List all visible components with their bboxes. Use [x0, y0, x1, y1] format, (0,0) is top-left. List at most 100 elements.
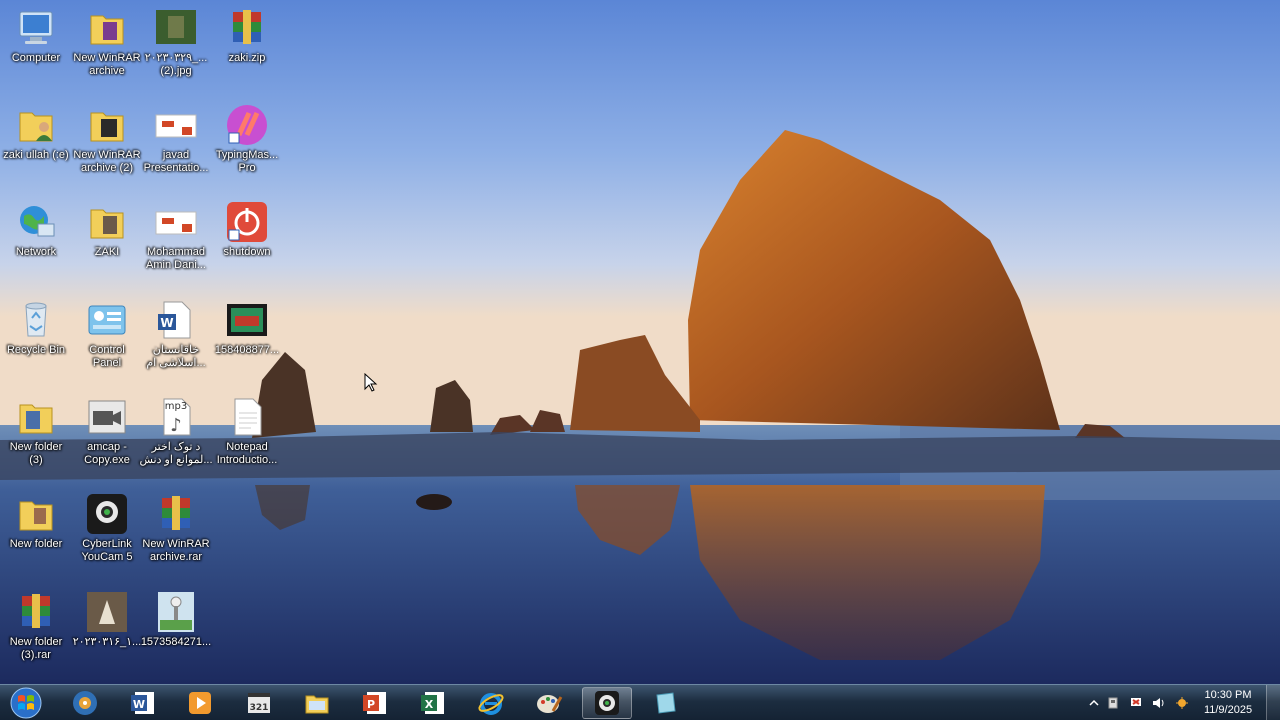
desktop-icon-label: ZAKI — [94, 246, 120, 258]
desktop-icon-label: New folder — [9, 538, 63, 550]
desktop-icon-label: Notepad Introductio... — [216, 441, 278, 466]
taskbar-powerpoint[interactable]: P — [350, 687, 400, 719]
network-icon — [12, 200, 60, 244]
system-clock[interactable]: 10:30 PM 11/9/2025 — [1198, 688, 1258, 718]
start-button[interactable] — [6, 686, 46, 720]
desktop-icon-label: CyberLink YouCam 5 — [81, 538, 133, 563]
desktop-icon-label: zaki ullah (:e) — [3, 149, 69, 161]
shutdown-icon — [223, 200, 271, 244]
taskbar-file-explorer[interactable] — [292, 687, 342, 719]
taskbar-word[interactable]: W — [118, 687, 168, 719]
show-desktop-button[interactable] — [1266, 685, 1280, 720]
desktop-icon-new-winrar-archive-2[interactable]: New WinRAR archive (2) — [72, 103, 142, 175]
desktop-icon-typingmaster-pro[interactable]: TypingMas... Pro — [212, 103, 282, 175]
volume-icon[interactable] — [1151, 695, 1167, 711]
folder-icon — [12, 492, 60, 536]
desktop-icon-new-folder-3[interactable]: New folder (3) — [1, 395, 71, 467]
desktop-icon-amcap-copy[interactable]: amcap - Copy.exe — [72, 395, 142, 467]
typingmaster-icon — [223, 103, 271, 147]
show-hidden-icons-button[interactable] — [1086, 695, 1102, 711]
desktop-icon-image-20230329[interactable]: ۲۰۲۳۰۳۲۹_... (2).jpg — [141, 6, 211, 78]
winrar-folder-icon — [83, 103, 131, 147]
taskbar-excel[interactable]: X — [408, 687, 458, 719]
desktop-icon-label: New WinRAR archive — [73, 52, 141, 77]
desktop-icon-mp3-file[interactable]: mp3 ♪ د توک اختر لموانع او دنش... — [139, 395, 213, 467]
webcam-icon — [595, 691, 619, 715]
desktop-icon-label: New folder (3) — [9, 441, 63, 466]
winrar-folder-icon — [83, 6, 131, 50]
svg-text:♪: ♪ — [170, 415, 182, 436]
desktop-icon-label: خاقانستان اسلاشی ام... — [146, 344, 206, 369]
svg-text:321: 321 — [250, 703, 269, 713]
desktop-icon-new-folder[interactable]: New folder — [1, 492, 71, 551]
taskbar-notes[interactable] — [640, 687, 690, 719]
desktop-icon-label: New folder (3).rar — [9, 636, 63, 661]
svg-text:W: W — [160, 316, 173, 330]
media-center-icon — [73, 691, 97, 715]
video-editor-icon: 321 — [248, 693, 270, 713]
desktop-icon-new-winrar-archive-rar[interactable]: New WinRAR archive.rar — [141, 492, 211, 564]
taskbar: W 321 P X 10:30 PM 11/9/2025 — [0, 684, 1280, 720]
windows-logo-icon — [10, 687, 42, 719]
media-player-icon — [189, 692, 211, 714]
folder-icon — [83, 200, 131, 244]
taskbar-internet-explorer[interactable] — [466, 687, 516, 719]
desktop-icon-recycle-bin[interactable]: Recycle Bin — [1, 298, 71, 357]
desktop-icon-zaki-ullah[interactable]: zaki ullah (:e) — [1, 103, 71, 162]
winrar-icon — [223, 6, 271, 50]
action-center-flag-icon[interactable] — [1128, 695, 1144, 711]
desktop-icon-label: TypingMas... Pro — [215, 149, 279, 174]
tray-device-icon[interactable] — [1105, 695, 1121, 711]
mouse-cursor-icon — [364, 373, 378, 392]
desktop-icon-label: javad Presentatio... — [143, 149, 209, 174]
desktop-icon-computer[interactable]: Computer — [1, 6, 71, 65]
excel-icon: X — [421, 692, 444, 714]
desktop-icon-label: ۲۰۲۳۰۳۱۶_۱... — [72, 636, 142, 648]
desktop-icon-control-panel[interactable]: Control Panel — [72, 298, 142, 370]
svg-text:W: W — [133, 698, 145, 711]
desktop-icon-shutdown[interactable]: shutdown — [212, 200, 282, 259]
desktop-icon-label: zaki.zip — [228, 52, 266, 64]
desktop-icon-cyberlink-youcam[interactable]: CyberLink YouCam 5 — [72, 492, 142, 564]
taskbar-video-editor[interactable]: 321 — [234, 687, 284, 719]
word-file-icon: W — [152, 298, 200, 342]
desktop-icon-mohammad-amin[interactable]: Mohammad Amin Dani... — [141, 200, 211, 272]
svg-text:X: X — [425, 698, 434, 711]
desktop-icon-new-winrar-archive[interactable]: New WinRAR archive — [72, 6, 142, 78]
desktop-icon-notepad-introduction[interactable]: Notepad Introductio... — [212, 395, 282, 467]
computer-icon — [12, 6, 60, 50]
svg-text:mp3: mp3 — [165, 401, 187, 412]
desktop-icon-javad-presentation[interactable]: javad Presentatio... — [141, 103, 211, 175]
image-file-icon — [83, 590, 131, 634]
desktop-icon-label: New WinRAR archive.rar — [142, 538, 210, 563]
desktop-icon-video-158408877[interactable]: 158408877... — [212, 298, 282, 357]
desktop-icon-label: ۲۰۲۳۰۳۲۹_... (2).jpg — [144, 52, 208, 77]
desktop-icon-label: amcap - Copy.exe — [84, 441, 130, 466]
taskbar-webcam[interactable] — [582, 687, 632, 719]
desktop-icon-word-document[interactable]: W خاقانستان اسلاشی ام... — [141, 298, 211, 370]
clock-time: 10:30 PM — [1204, 689, 1252, 701]
network-tray-icon[interactable] — [1174, 695, 1190, 711]
powerpoint-file-icon — [152, 103, 200, 147]
desktop-icon-zaki-zip[interactable]: zaki.zip — [212, 6, 282, 65]
paint-icon — [537, 695, 563, 713]
desktop-icon-label: Mohammad Amin Dani... — [146, 246, 206, 271]
video-file-icon — [223, 298, 271, 342]
control-panel-icon — [83, 298, 131, 342]
taskbar-paint[interactable] — [524, 687, 574, 719]
powerpoint-file-icon — [152, 200, 200, 244]
desktop-icon-image-1573584271[interactable]: 1573584271... — [141, 590, 211, 649]
word-icon: W — [131, 692, 154, 714]
powerpoint-icon: P — [363, 692, 386, 714]
youcam-icon — [83, 492, 131, 536]
desktop-icon-network[interactable]: Network — [1, 200, 71, 259]
desktop-icon-label: Computer — [11, 52, 61, 64]
amcap-icon — [83, 395, 131, 439]
winrar-icon — [152, 492, 200, 536]
taskbar-media-center[interactable] — [60, 687, 110, 719]
recycle-bin-icon — [12, 298, 60, 342]
taskbar-media-player[interactable] — [175, 687, 225, 719]
desktop-icon-zaki[interactable]: ZAKI — [72, 200, 142, 259]
desktop-icon-new-folder-3-rar[interactable]: New folder (3).rar — [1, 590, 71, 662]
desktop-icon-image-20230316[interactable]: ۲۰۲۳۰۳۱۶_۱... — [72, 590, 142, 649]
